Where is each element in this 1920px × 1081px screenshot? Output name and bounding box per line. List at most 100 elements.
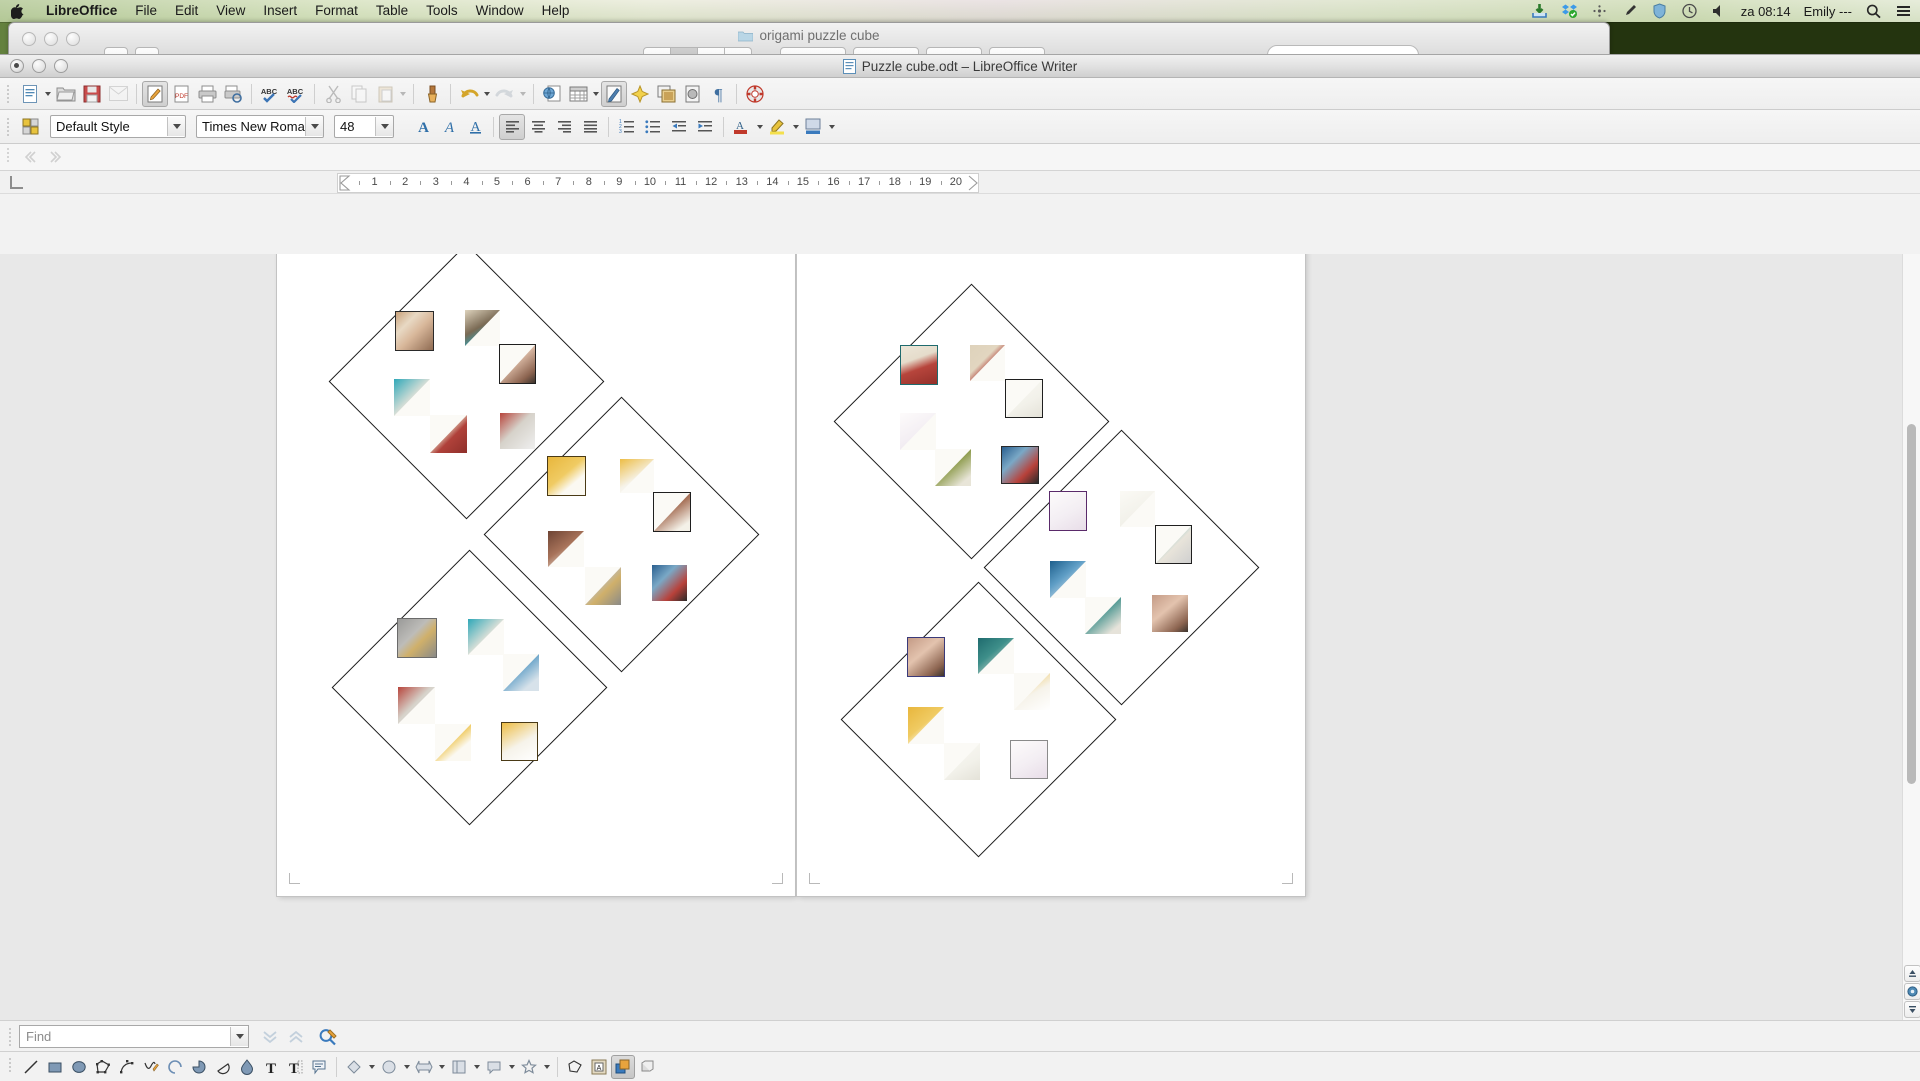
- image-fragment[interactable]: [908, 707, 944, 744]
- dropbox-icon[interactable]: [1561, 3, 1578, 19]
- copy-button[interactable]: [346, 81, 372, 107]
- arc-tool[interactable]: [163, 1055, 187, 1079]
- undo-button[interactable]: [456, 81, 482, 107]
- image-fragment[interactable]: [1006, 380, 1042, 417]
- redo-dropdown[interactable]: [518, 81, 528, 107]
- image-fragment[interactable]: [1014, 673, 1050, 710]
- arrange-tool[interactable]: [611, 1054, 635, 1079]
- stars-caret[interactable]: [541, 1055, 552, 1079]
- image-fragment[interactable]: [944, 743, 980, 780]
- navigation-icon[interactable]: [1904, 983, 1920, 1000]
- clone-formatting-button[interactable]: [419, 81, 445, 107]
- insert-special-character-button[interactable]: [627, 81, 653, 107]
- image-fragment[interactable]: [398, 619, 436, 657]
- toolbar-grip[interactable]: [6, 146, 13, 168]
- image-fragment[interactable]: [1002, 447, 1038, 483]
- underline-icon[interactable]: A: [462, 114, 488, 140]
- image-fragment[interactable]: [398, 687, 435, 724]
- circle-segment-tool[interactable]: [211, 1055, 235, 1079]
- redo-button[interactable]: [492, 81, 518, 107]
- stars-dropdown[interactable]: [517, 1055, 541, 1079]
- image-fragment[interactable]: [502, 723, 537, 760]
- print-preview-button[interactable]: [220, 81, 246, 107]
- image-fragment[interactable]: [435, 724, 471, 761]
- scroll-up-icon[interactable]: [1904, 965, 1920, 982]
- image-fragment[interactable]: [548, 457, 585, 495]
- find-and-replace-icon[interactable]: [315, 1024, 341, 1050]
- image-fragment[interactable]: [1156, 526, 1191, 563]
- horizontal-ruler[interactable]: 1 2 3 4 5 6 7 8 9 10 11 12 13 14 15 16 17 18 19 20: [337, 173, 979, 193]
- vertical-scrollbar[interactable]: [1902, 254, 1920, 1021]
- image-fragment[interactable]: [468, 619, 504, 655]
- font-size-dropdown[interactable]: [375, 117, 393, 136]
- alignment-tool[interactable]: A: [587, 1055, 611, 1079]
- image-fragment[interactable]: [1050, 561, 1086, 598]
- symbol-shapes-dropdown[interactable]: [377, 1055, 401, 1079]
- image-fragment[interactable]: [970, 345, 1005, 381]
- new-document-button[interactable]: [17, 81, 43, 107]
- toolbar-grip[interactable]: [6, 83, 13, 105]
- open-button[interactable]: [53, 81, 79, 107]
- highlight-color-dropdown[interactable]: [791, 114, 801, 140]
- menu-item-help[interactable]: Help: [533, 0, 579, 22]
- basic-shapes-tool[interactable]: [235, 1055, 259, 1079]
- decrease-indent-icon[interactable]: [666, 114, 692, 140]
- image-fragment[interactable]: [396, 312, 433, 350]
- image-fragment[interactable]: [1050, 492, 1086, 530]
- menu-item-file[interactable]: File: [126, 0, 166, 22]
- next-search-icon[interactable]: [43, 144, 69, 170]
- polygon-tool[interactable]: [91, 1055, 115, 1079]
- insert-callout-tool[interactable]: [307, 1055, 331, 1079]
- insert-table-dropdown[interactable]: [591, 81, 601, 107]
- spelling-button[interactable]: ABC: [257, 81, 283, 107]
- autospellcheck-button[interactable]: ABC: [283, 81, 309, 107]
- help-button[interactable]: [742, 81, 768, 107]
- menu-item-window[interactable]: Window: [467, 0, 533, 22]
- image-fragment[interactable]: [901, 346, 937, 384]
- chevron-down-icon[interactable]: [230, 1027, 248, 1046]
- font-color-dropdown[interactable]: [755, 114, 765, 140]
- toolbar-grip[interactable]: [8, 1026, 15, 1048]
- minimize-button[interactable]: [32, 59, 46, 73]
- email-document-button[interactable]: [105, 81, 131, 107]
- image-fragment[interactable]: [548, 531, 584, 567]
- highlight-color-icon[interactable]: [765, 114, 791, 140]
- ordered-list-icon[interactable]: 123: [614, 114, 640, 140]
- bluetooth-icon[interactable]: [1591, 3, 1608, 19]
- increase-indent-icon[interactable]: [692, 114, 718, 140]
- cut-button[interactable]: [320, 81, 346, 107]
- undo-dropdown[interactable]: [482, 81, 492, 107]
- insert-hyperlink-button[interactable]: [539, 81, 565, 107]
- insert-table-button[interactable]: [565, 81, 591, 107]
- callout-shapes-dropdown[interactable]: [482, 1055, 506, 1079]
- image-fragment[interactable]: [900, 413, 936, 450]
- insert-text-box-button[interactable]: [679, 81, 705, 107]
- align-right-icon[interactable]: [551, 114, 577, 140]
- image-fragment[interactable]: [394, 379, 430, 416]
- font-name-combobox[interactable]: Times New Roma: [196, 115, 324, 138]
- image-fragment[interactable]: [1011, 741, 1047, 778]
- apple-icon[interactable]: [10, 3, 24, 19]
- block-arrows-caret[interactable]: [436, 1055, 447, 1079]
- search-input[interactable]: Find: [19, 1025, 249, 1048]
- line-tool[interactable]: [19, 1055, 43, 1079]
- paragraph-style-combobox[interactable]: Default Style: [50, 115, 186, 138]
- list-icon[interactable]: [1895, 3, 1912, 19]
- align-center-icon[interactable]: [525, 114, 551, 140]
- new-document-dropdown[interactable]: [43, 81, 53, 107]
- menu-bar-clock[interactable]: za 08:14: [1741, 4, 1791, 19]
- rotate-tool[interactable]: [563, 1055, 587, 1079]
- insert-image-button[interactable]: [653, 81, 679, 107]
- scrollbar-thumb[interactable]: [1907, 424, 1916, 784]
- shield-icon[interactable]: [1651, 3, 1668, 19]
- eyedropper-icon[interactable]: [1621, 3, 1638, 19]
- paste-button[interactable]: [372, 81, 398, 107]
- insert-text-box-tool[interactable]: T: [283, 1055, 307, 1079]
- image-fragment[interactable]: [652, 565, 687, 601]
- font-size-combobox[interactable]: 48: [334, 115, 394, 138]
- flowchart-dropdown[interactable]: [447, 1055, 471, 1079]
- rectangle-tool[interactable]: [43, 1055, 67, 1079]
- menu-item-libreoffice[interactable]: LibreOffice: [37, 0, 126, 22]
- image-fragment[interactable]: [585, 567, 621, 605]
- fontwork-tool[interactable]: T: [259, 1055, 283, 1079]
